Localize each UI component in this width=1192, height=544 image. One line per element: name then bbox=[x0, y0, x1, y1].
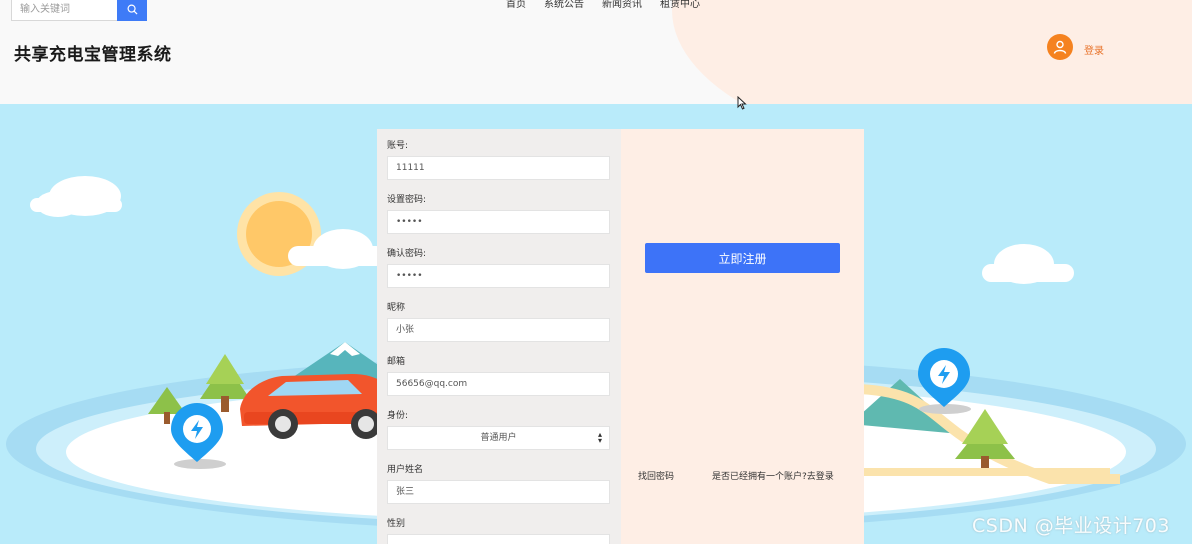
real-name-input[interactable]: 张三 bbox=[387, 480, 610, 504]
role-select-value: 普通用户 bbox=[480, 433, 517, 443]
select-arrows-icon: ▴ ▾ bbox=[597, 430, 602, 445]
email-label: 邮箱 bbox=[387, 357, 406, 367]
nav-item-news[interactable]: 新闻资讯 bbox=[602, 0, 642, 10]
search-icon bbox=[127, 4, 138, 15]
real-name-label: 用户姓名 bbox=[387, 465, 424, 475]
register-actions-panel: 立即注册 找回密码 是否已经拥有一个账户?去登录 bbox=[621, 129, 864, 544]
nav-item-home[interactable]: 首页 bbox=[506, 0, 526, 10]
account-label: 账号: bbox=[387, 141, 409, 151]
confirm-password-input[interactable]: ••••• bbox=[387, 264, 610, 288]
mouse-cursor-icon bbox=[737, 96, 747, 110]
register-button[interactable]: 立即注册 bbox=[645, 243, 840, 273]
password-label: 设置密码: bbox=[387, 195, 427, 205]
search-bar bbox=[11, 0, 147, 21]
go-login-link[interactable]: 是否已经拥有一个账户?去登录 bbox=[712, 469, 834, 482]
watermark: CSDN @毕业设计703 bbox=[972, 515, 1170, 537]
header-decoration bbox=[672, 0, 1192, 104]
role-label: 身份: bbox=[387, 411, 409, 421]
register-form: 账号: 11111 设置密码: ••••• 确认密码: ••••• 昵称 小张 … bbox=[377, 129, 621, 544]
email-input[interactable]: 56656@qq.com bbox=[387, 372, 610, 396]
nickname-label: 昵称 bbox=[387, 303, 406, 313]
search-button[interactable] bbox=[117, 0, 147, 21]
site-title: 共享充电宝管理系统 bbox=[14, 45, 172, 65]
password-input[interactable]: ••••• bbox=[387, 210, 610, 234]
gender-label: 性别 bbox=[387, 519, 406, 529]
gender-select[interactable] bbox=[387, 534, 610, 544]
forgot-password-link[interactable]: 找回密码 bbox=[638, 469, 674, 482]
user-icon bbox=[1053, 40, 1067, 54]
nickname-input[interactable]: 小张 bbox=[387, 318, 610, 342]
confirm-password-label: 确认密码: bbox=[387, 249, 427, 259]
nav-item-announcements[interactable]: 系统公告 bbox=[544, 0, 584, 10]
nav-item-rental[interactable]: 租赁中心 bbox=[660, 0, 700, 10]
search-input[interactable] bbox=[11, 0, 117, 21]
top-nav: 首页 系统公告 新闻资讯 租赁中心 bbox=[506, 0, 700, 10]
header: 首页 系统公告 新闻资讯 租赁中心 共享充电宝管理系统 登录 bbox=[0, 0, 1192, 104]
login-link[interactable]: 登录 bbox=[1084, 42, 1104, 57]
avatar[interactable] bbox=[1047, 34, 1073, 60]
role-select[interactable]: 普通用户 ▴ ▾ bbox=[387, 426, 610, 450]
account-input[interactable]: 11111 bbox=[387, 156, 610, 180]
